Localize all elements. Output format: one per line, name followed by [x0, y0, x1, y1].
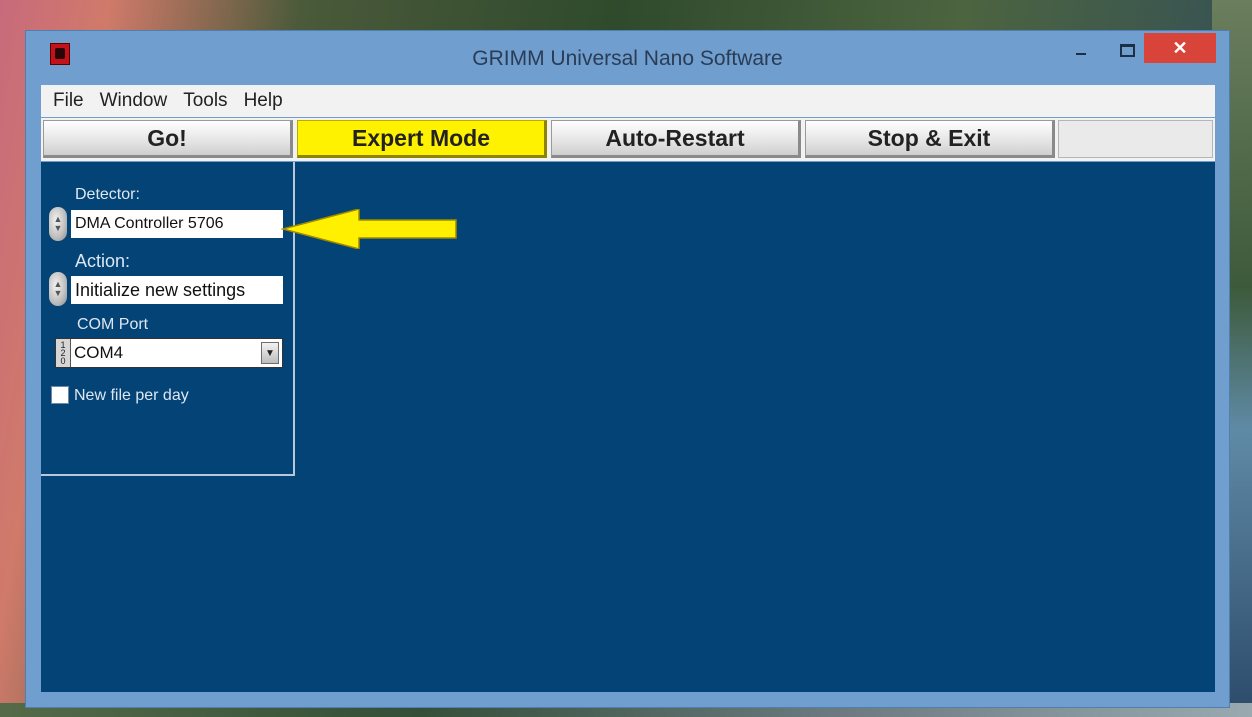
minimize-button[interactable]: [1064, 35, 1098, 65]
toolbar-empty-slot: [1058, 120, 1213, 158]
com-port-value: COM4: [74, 343, 124, 362]
menu-help[interactable]: Help: [236, 90, 291, 112]
main-workspace: Detector: ▲ ▼ DMA Controller 5706 Action:…: [41, 162, 1215, 692]
stop-exit-button[interactable]: Stop & Exit: [805, 120, 1055, 158]
settings-panel: Detector: ▲ ▼ DMA Controller 5706 Action:…: [41, 162, 295, 476]
menu-tools[interactable]: Tools: [175, 90, 235, 112]
com-port-label: COM Port: [77, 316, 149, 333]
toolbar: Go! Expert Mode Auto-Restart Stop & Exit: [41, 118, 1215, 161]
new-file-per-day-checkbox[interactable]: [51, 386, 69, 404]
close-button[interactable]: ✕: [1144, 33, 1216, 63]
title-bar[interactable]: GRIMM Universal Nano Software ✕: [26, 31, 1229, 84]
expert-mode-button[interactable]: Expert Mode: [297, 120, 547, 158]
app-window: GRIMM Universal Nano Software ✕ File Win…: [25, 30, 1230, 708]
maximize-button[interactable]: [1110, 35, 1144, 65]
go-button[interactable]: Go!: [43, 120, 293, 158]
action-field[interactable]: Initialize new settings: [71, 276, 283, 304]
action-spin-button[interactable]: ▲ ▼: [49, 272, 67, 306]
chevron-down-icon[interactable]: ▼: [261, 342, 279, 364]
com-port-select[interactable]: 120 COM4 ▼: [55, 338, 283, 368]
com-port-icon: 120: [56, 339, 71, 367]
menu-file[interactable]: File: [41, 90, 92, 112]
detector-spin-button[interactable]: ▲ ▼: [49, 207, 67, 241]
new-file-per-day-label: New file per day: [74, 387, 189, 404]
window-title: GRIMM Universal Nano Software: [472, 47, 783, 70]
auto-restart-button[interactable]: Auto-Restart: [551, 120, 801, 158]
left-arrow-icon: [281, 209, 457, 249]
menu-window[interactable]: Window: [92, 90, 176, 112]
menu-bar: File Window Tools Help: [41, 85, 1215, 117]
detector-field[interactable]: DMA Controller 5706: [71, 210, 283, 238]
action-label: Action:: [75, 251, 131, 271]
detector-label: Detector:: [75, 186, 140, 203]
